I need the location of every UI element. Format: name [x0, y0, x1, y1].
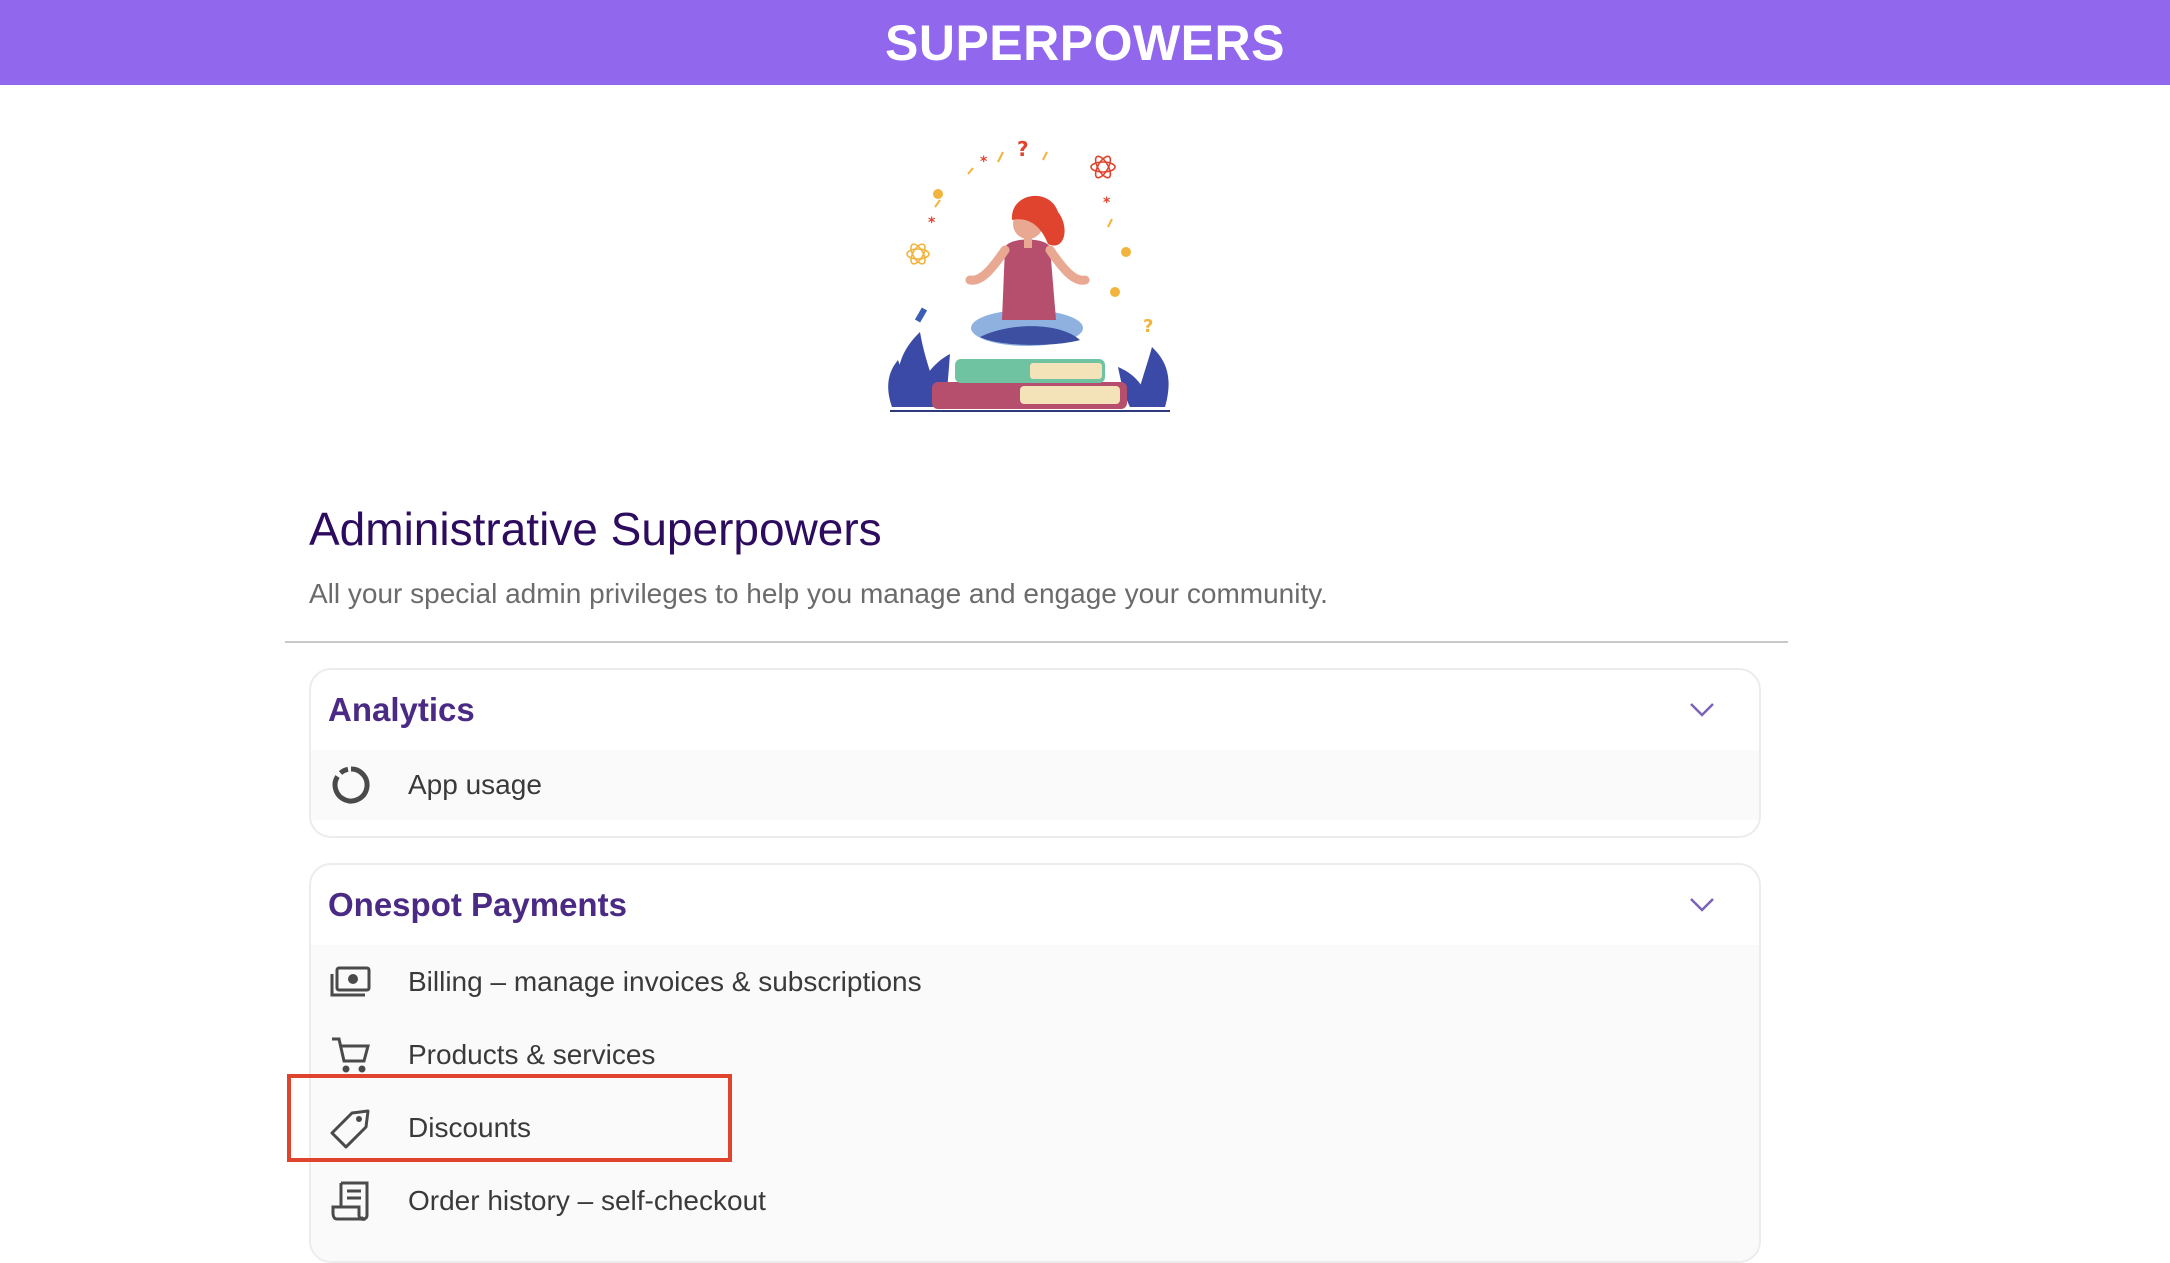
page-subtitle: All your special admin privileges to hel…: [309, 578, 1328, 609]
section-title: Analytics: [328, 691, 475, 728]
chevron-down-icon[interactable]: [1685, 692, 1719, 726]
menu-item-app-usage[interactable]: App usage: [311, 750, 1759, 820]
page-title: Administrative Superpowers: [309, 503, 882, 555]
menu-item-label: Products & services: [408, 1038, 656, 1070]
analytics-section-body: App usage: [311, 750, 1759, 820]
analytics-section-header[interactable]: Analytics: [311, 670, 1759, 750]
menu-item-label: Billing – manage invoices & subscription…: [408, 965, 922, 997]
svg-text:*: *: [1103, 195, 1111, 211]
chevron-down-icon[interactable]: [1685, 887, 1719, 921]
donut-chart-icon: [328, 762, 374, 808]
svg-text:*: *: [980, 154, 988, 170]
cart-icon: [328, 1032, 374, 1078]
payments-section-header[interactable]: Onespot Payments: [311, 865, 1759, 945]
svg-text:*: *: [928, 215, 936, 231]
menu-item-label: App usage: [408, 769, 542, 800]
receipt-icon: [328, 1178, 374, 1224]
section-title: Onespot Payments: [328, 886, 627, 923]
analytics-section: Analytics App usage: [309, 668, 1761, 838]
svg-text:?: ?: [1143, 316, 1153, 337]
app-title: SUPERPOWERS: [884, 14, 1285, 71]
divider: [285, 641, 1788, 643]
menu-item-label: Order history – self-checkout: [408, 1184, 766, 1216]
highlight-box: [287, 1074, 732, 1162]
money-icon: [328, 959, 374, 1005]
menu-item-order-history[interactable]: Order history – self-checkout: [311, 1164, 1759, 1237]
svg-text:?: ?: [1017, 137, 1029, 161]
top-bar: SUPERPOWERS: [0, 0, 2170, 85]
menu-item-billing[interactable]: Billing – manage invoices & subscription…: [311, 945, 1759, 1018]
payments-section: Onespot Payments Billing – manage invoic…: [309, 863, 1761, 1263]
hero-illustration: ? ? * * *: [880, 132, 1180, 422]
